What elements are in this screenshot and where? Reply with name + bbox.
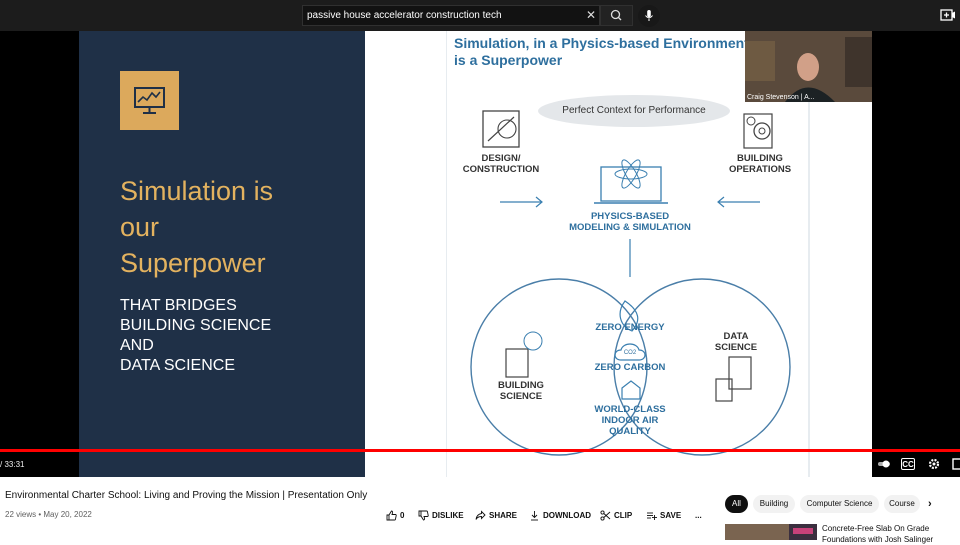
monitor-chart-tile — [120, 71, 179, 130]
miniplayer-icon — [952, 458, 960, 470]
download-button[interactable]: DOWNLOAD — [529, 510, 591, 522]
clear-search-icon[interactable]: ✕ — [582, 5, 600, 26]
physics-modeling-label: PHYSICS-BASED MODELING & SIMULATION — [569, 211, 691, 233]
captions-button[interactable]: CC — [901, 458, 915, 470]
design-construction-label: DESIGN/ CONSTRUCTION — [462, 153, 540, 175]
recommended-thumbnail[interactable] — [725, 524, 817, 540]
zero-energy-label: ZERO ENERGY — [595, 322, 665, 333]
autoplay-icon — [878, 460, 890, 468]
thumbs-up-icon — [386, 510, 397, 521]
save-button[interactable]: SAVE — [646, 510, 681, 522]
captions-icon: CC — [902, 460, 914, 469]
save-label: SAVE — [660, 511, 682, 520]
webcam-overlay: Craig Stevenson | A... — [745, 31, 872, 102]
dislike-button[interactable]: DISLIKE — [418, 510, 464, 522]
time-display: / 33:31 — [0, 460, 25, 469]
player-controls: / 33:31 CC — [0, 452, 960, 477]
slide-heading-line: Simulation is — [120, 176, 274, 206]
top-bar: passive house accelerator construction t… — [0, 0, 960, 31]
building-science-label: BUILDING SCIENCE — [498, 380, 544, 402]
slide-sub-line: THAT BRIDGES — [120, 297, 237, 314]
gear-icon — [928, 458, 940, 470]
autoplay-toggle[interactable] — [878, 458, 892, 470]
co2-cloud-label: CO2 — [623, 350, 637, 356]
search-icon — [610, 9, 622, 21]
search-input[interactable]: passive house accelerator construction t… — [302, 5, 600, 26]
slide-sub-line: AND — [120, 337, 154, 354]
settings-button[interactable] — [927, 458, 941, 470]
create-video-icon[interactable] — [940, 8, 956, 22]
video-title: Environmental Charter School: Living and… — [5, 490, 368, 501]
slide-heading: Simulation is our Superpower — [120, 173, 360, 281]
chip-all[interactable]: All — [725, 495, 748, 513]
chip-building[interactable]: Building — [753, 495, 795, 513]
like-count: 0 — [400, 511, 405, 520]
chip-course[interactable]: Course — [884, 495, 920, 513]
more-actions-button[interactable]: ... — [695, 510, 702, 522]
playlist-add-icon — [647, 512, 657, 521]
chip-computer-science[interactable]: Computer Science — [800, 495, 879, 513]
search-button[interactable] — [600, 5, 633, 26]
slide-subheading: THAT BRIDGES BUILDING SCIENCE AND DATA S… — [120, 296, 360, 376]
miniplayer-button[interactable] — [952, 458, 960, 470]
voice-search-button[interactable] — [638, 5, 660, 27]
data-science-label: DATA SCIENCE — [714, 331, 758, 353]
slide-sub-line: DATA SCIENCE — [120, 357, 235, 374]
slide-heading-line: Superpower — [120, 248, 266, 278]
scissors-icon — [600, 510, 611, 521]
slide-right-title: Simulation, in a Physics-based Environme… — [454, 35, 749, 68]
monitor-chart-icon — [134, 87, 165, 114]
clip-label: CLIP — [614, 511, 633, 520]
like-button[interactable]: 0 — [386, 510, 404, 522]
thumbs-down-icon — [418, 510, 429, 521]
slide-sub-line: BUILDING SCIENCE — [120, 317, 272, 334]
video-meta: 22 views • May 20, 2022 — [5, 510, 92, 519]
download-icon — [531, 511, 538, 521]
thumbnail-image — [725, 524, 817, 540]
share-button[interactable]: SHARE — [475, 510, 517, 522]
video-player[interactable]: Simulation is our Superpower THAT BRIDGE… — [0, 31, 960, 477]
recommended-title[interactable]: Concrete-Free Slab On Grade Foundations … — [822, 523, 958, 545]
share-icon — [475, 510, 486, 521]
microphone-icon — [645, 10, 653, 21]
context-pill-label: Perfect Context for Performance — [562, 105, 706, 116]
slide-heading-line: our — [120, 212, 160, 242]
clip-button[interactable]: CLIP — [600, 510, 632, 522]
presenter-video — [745, 31, 872, 102]
indoor-air-quality-label: WORLD-CLASS INDOOR AIR QUALITY — [594, 404, 666, 437]
building-operations-label: BUILDING OPERATIONS — [728, 153, 792, 175]
chips-next-icon[interactable]: › — [928, 498, 932, 510]
zero-carbon-label: ZERO CARBON — [594, 362, 666, 373]
download-label: DOWNLOAD — [543, 511, 591, 520]
presenter-name: Craig Stevenson | A... — [747, 94, 815, 101]
dislike-label: DISLIKE — [432, 511, 464, 520]
share-label: SHARE — [489, 511, 518, 520]
